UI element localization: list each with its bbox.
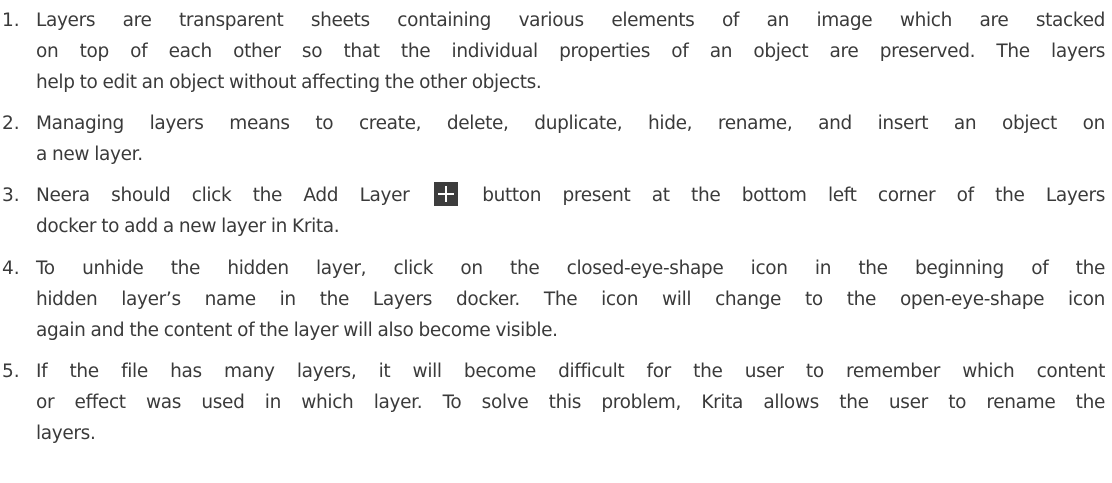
answer-line-start: Neera should click the Add Layer (36, 185, 410, 206)
answer-line: hidden layer’s name in the Layers docker… (36, 289, 1105, 310)
answer-number: 3. (2, 185, 20, 206)
answer-line-end: button present at the bottom left corner… (482, 185, 1105, 206)
answer-text: Neera should click the Add Layer button … (36, 180, 1105, 242)
answer-item-2: 2. Managing layers means to create, dele… (0, 108, 1105, 170)
answer-text: Layers are transparent sheets containing… (36, 5, 1105, 98)
answer-line: or effect was used in which layer. To so… (36, 392, 1105, 413)
answer-number: 5. (2, 361, 20, 382)
answer-line: docker to add a new layer in Krita. (36, 216, 340, 237)
answer-line: If the file has many layers, it will bec… (36, 361, 1105, 382)
answer-text: Managing layers means to create, delete,… (36, 108, 1105, 170)
answer-line: Managing layers means to create, delete,… (36, 113, 1105, 134)
answer-number: 2. (2, 113, 20, 134)
answer-line: Layers are transparent sheets containing… (36, 10, 1105, 31)
answer-number: 1. (2, 10, 20, 31)
answer-line: Neera should click the Add Layer button … (36, 180, 1105, 211)
answer-number: 4. (2, 258, 20, 279)
answer-line: on top of each other so that the individ… (36, 41, 1105, 62)
answer-item-5: 5. If the file has many layers, it will … (0, 356, 1105, 449)
answer-line: To unhide the hidden layer, click on the… (36, 258, 1105, 279)
answer-line: layers. (36, 423, 96, 444)
answer-text: If the file has many layers, it will bec… (36, 356, 1105, 449)
answer-line: again and the content of the layer will … (36, 320, 558, 341)
add-layer-plus-icon (433, 182, 458, 206)
answer-item-3: 3. Neera should click the Add Layer butt… (0, 180, 1105, 242)
answer-line: a new layer. (36, 144, 143, 165)
answer-line: help to edit an object without affecting… (36, 72, 542, 93)
answer-text: To unhide the hidden layer, click on the… (36, 253, 1105, 346)
answer-item-1: 1. Layers are transparent sheets contain… (0, 5, 1105, 98)
answer-item-4: 4. To unhide the hidden layer, click on … (0, 253, 1105, 346)
